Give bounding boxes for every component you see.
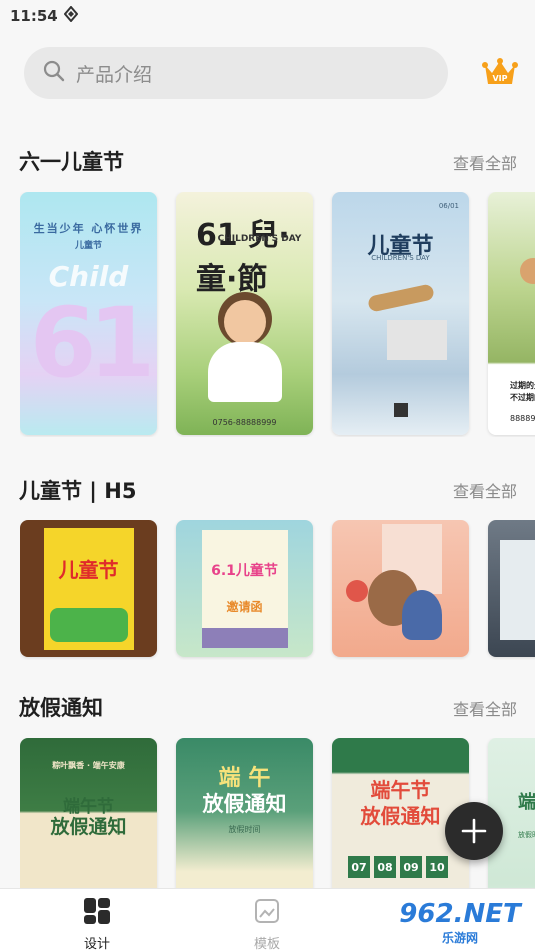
child-photo-face [224,300,266,344]
nav-tab-template[interactable]: 模板 [227,897,307,951]
template-card[interactable]: 6.1儿童节 邀请函 [176,520,313,657]
card-headline: 61 兒·童·節 [196,218,290,297]
card-subtitle: 放假通知 [50,816,127,838]
nav-tab-design[interactable]: 设计 [57,897,137,951]
card-headline: 端 [518,792,535,813]
section-title-holiday-notice: 放假通知 [19,696,103,720]
date-box: 07 [348,856,370,878]
template-row-childrens-day: 生当少年 心怀世界 儿童节 Child 61 61 兒·童·節 CHILDREN… [20,192,535,437]
template-card[interactable]: 粽叶飘香 · 端午安康 端午节 放假通知 [20,738,157,888]
child-photo [520,258,535,284]
section-title-childrens-day: 六一儿童节 [19,150,124,174]
card-subtitle: CHILDREN'S DAY [217,234,302,244]
date-box: 09 [400,856,422,878]
card-footer: 0756-88888999 [212,418,277,427]
card-subtitle: 邀请函 [226,600,263,614]
card-subtitle: 不过期的快乐 [510,393,535,402]
status-bar: 11:54 [0,0,535,32]
card-subtitle: 儿童节 [74,241,102,251]
search-placeholder: 产品介绍 [76,63,153,86]
stairs-illustration [387,320,447,360]
template-card[interactable]: 过期的光阴 不过期的快乐 888899 [488,192,535,435]
card-headline: 儿童节 [58,558,119,582]
card-small-text: 放假时间 [228,825,261,834]
plane-illustration [367,283,435,313]
design-grid-icon [83,898,111,929]
vip-label: VIP [492,74,507,83]
watermark-sub: 乐游网 [441,930,478,945]
network-icon [63,5,79,26]
card-subtitle: CHILDREN'S DAY [371,254,430,262]
status-time: 11:54 [10,7,58,25]
card-headline: 过期的光阴 [510,381,535,390]
date-boxes: 07 08 09 10 [348,856,448,878]
template-card[interactable]: 61 兒·童·節 CHILDREN'S DAY 0756-88888999 [176,192,313,435]
watermark-main: 962.NET [399,898,521,929]
section-title-h5: 儿童节 | H5 [19,479,137,503]
template-card[interactable] [488,520,535,657]
plus-icon [461,818,487,844]
add-button[interactable] [445,802,503,860]
card-small-text: 放假时间 [518,831,535,839]
template-card[interactable]: 儿童节 [20,520,157,657]
card-big-number: 61 [29,287,156,399]
vip-crown-icon[interactable]: VIP [482,57,518,89]
template-card[interactable] [332,520,469,657]
template-card[interactable]: 06/01 儿童节 CHILDREN'S DAY [332,192,469,435]
child-photo-body [208,342,282,402]
date-box: 10 [426,856,448,878]
template-card[interactable]: 端午节 放假通知 07 08 09 10 [332,738,469,888]
card-date: 06/01 [438,202,459,210]
kids-illustration [50,608,128,642]
balloon-illustration [346,580,368,602]
nav-label-template: 模板 [253,937,280,951]
nav-label-design: 设计 [83,937,110,951]
view-all-childrens-day[interactable]: 查看全部 [453,150,517,174]
card-subtitle: 放假通知 [202,792,287,816]
city-illustration [202,628,288,648]
qr-code [394,403,408,417]
poster-frame [500,540,535,640]
card-footer: 888899 [510,414,535,423]
date-box: 08 [374,856,396,878]
search-bar[interactable]: 产品介绍 [24,47,448,99]
template-row-h5: 儿童节 6.1儿童节 邀请函 [20,520,535,660]
search-icon [42,59,66,87]
watermark-logo: 962.NET 乐游网 [389,896,531,948]
card-top-text: 粽叶飘香 · 端午安康 [52,761,125,770]
view-all-holiday-notice[interactable]: 查看全部 [453,696,517,720]
card-headline: 端午节 [370,778,431,802]
card-headline: 6.1儿童节 [211,563,278,579]
card-headline: 生当少年 心怀世界 [33,222,144,235]
template-card[interactable]: 生当少年 心怀世界 儿童节 Child 61 [20,192,157,435]
template-icon [253,899,281,929]
template-card[interactable]: 端 午 放假通知 放假时间 [176,738,313,888]
girl-illustration [402,590,442,640]
view-all-h5[interactable]: 查看全部 [453,478,517,502]
